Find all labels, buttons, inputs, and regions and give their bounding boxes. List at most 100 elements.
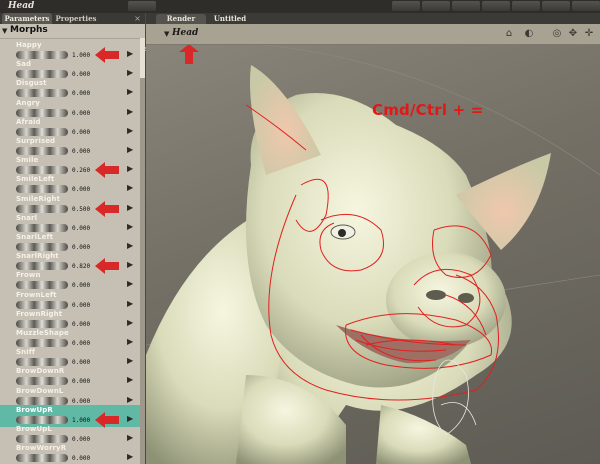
morph-dial[interactable] (16, 377, 68, 386)
top-bar-button-3[interactable] (422, 1, 450, 11)
tab-untitled[interactable]: Untitled (208, 14, 252, 24)
morph-value[interactable]: 0.000 (72, 110, 90, 117)
morph-dial[interactable] (16, 319, 68, 328)
chevron-right-icon[interactable]: ▶ (127, 241, 133, 250)
selected-item-menu[interactable]: Head (172, 28, 198, 38)
morph-row[interactable]: BrowWorryR 0.000 ▶ (0, 443, 140, 464)
morph-value[interactable]: 0.000 (72, 148, 90, 155)
morph-label: BrowDownL (16, 386, 64, 395)
chevron-right-icon[interactable]: ▶ (127, 279, 133, 288)
morph-dial[interactable] (16, 166, 68, 175)
top-bar-button-6[interactable] (512, 1, 540, 11)
chevron-right-icon[interactable]: ▶ (127, 126, 133, 135)
morph-value[interactable]: 0.000 (72, 282, 90, 289)
chevron-right-icon[interactable]: ▶ (127, 318, 133, 327)
chevron-right-icon[interactable]: ▶ (127, 337, 133, 346)
morph-value[interactable]: 0.000 (72, 378, 90, 385)
morph-dial[interactable] (16, 454, 68, 463)
panel-scrollbar-thumb[interactable] (140, 38, 145, 78)
morph-value[interactable]: 0.000 (72, 90, 90, 97)
morph-dial[interactable] (16, 435, 68, 443)
chevron-right-icon[interactable]: ▶ (127, 414, 133, 423)
morph-dial[interactable] (16, 300, 68, 309)
close-icon[interactable]: × (133, 14, 142, 23)
morph-dial[interactable] (16, 51, 68, 59)
chevron-right-icon[interactable]: ▶ (127, 164, 133, 173)
morph-value[interactable]: 0.000 (72, 71, 90, 78)
disclosure-triangle-icon[interactable]: ▼ (2, 27, 7, 35)
morph-value[interactable]: 0.000 (72, 321, 90, 328)
top-bar-button-8[interactable] (572, 1, 600, 11)
camera-icon[interactable]: ⌂ (502, 27, 516, 40)
morph-label: MuzzleShape (16, 329, 69, 337)
morph-dial[interactable] (16, 358, 68, 367)
morph-value[interactable]: 0.000 (72, 436, 90, 443)
morphs-group-header[interactable]: ▼ Morphs (0, 24, 140, 39)
chevron-right-icon[interactable]: ▶ (127, 183, 133, 192)
tab-parameters[interactable]: Parameters (2, 13, 52, 24)
morph-value[interactable]: 0.000 (72, 398, 90, 405)
tab-render[interactable]: Render (156, 14, 206, 24)
target-icon[interactable]: ◎ (550, 27, 564, 40)
morph-value[interactable]: 0.000 (72, 340, 90, 347)
3d-viewport[interactable]: Cmd/Ctrl + = (146, 45, 600, 464)
morph-dial[interactable] (16, 108, 68, 117)
morph-dial[interactable] (16, 339, 68, 347)
chevron-right-icon[interactable]: ▶ (127, 433, 133, 442)
morph-dial[interactable] (16, 223, 68, 232)
morph-label: BrowDownR (16, 367, 65, 376)
lens-icon[interactable]: ◐ (522, 27, 536, 40)
grip-icon (4, 110, 10, 116)
morph-value[interactable]: 0.000 (72, 359, 90, 366)
grip-icon (4, 129, 10, 135)
tab-properties[interactable]: Properties (54, 13, 98, 24)
morph-dial[interactable] (16, 415, 68, 424)
morph-dial[interactable] (16, 185, 68, 194)
morph-value[interactable]: 0.000 (72, 186, 90, 193)
top-bar-button-7[interactable] (542, 1, 570, 11)
morph-dial[interactable] (16, 396, 68, 405)
morph-value[interactable]: 0.000 (72, 455, 90, 462)
top-bar-button-1[interactable] (128, 1, 156, 11)
chevron-right-icon[interactable]: ▶ (127, 375, 133, 384)
morph-value[interactable]: 0.000 (72, 302, 90, 309)
morph-value[interactable]: 0.000 (72, 225, 90, 232)
morph-dial[interactable] (16, 70, 68, 79)
chevron-right-icon[interactable]: ▶ (127, 260, 133, 269)
chevron-right-icon[interactable]: ▶ (127, 395, 133, 404)
selection-dropdown-icon[interactable]: ▼ (164, 30, 169, 38)
morph-dial[interactable] (16, 204, 68, 213)
morph-value[interactable]: 1.000 (72, 417, 90, 424)
morph-dial[interactable] (16, 147, 68, 155)
chevron-right-icon[interactable]: ▶ (127, 203, 133, 212)
chevron-right-icon[interactable]: ▶ (127, 452, 133, 461)
morph-dial[interactable] (16, 127, 68, 136)
morph-value[interactable]: 0.260 (72, 167, 90, 174)
morph-dial[interactable] (16, 281, 68, 290)
morph-value[interactable]: 0.820 (72, 263, 90, 270)
morph-value[interactable]: 1.000 (72, 52, 90, 59)
morph-value[interactable]: 0.500 (72, 206, 90, 213)
chevron-right-icon[interactable]: ▶ (127, 49, 133, 58)
morph-value[interactable]: 0.000 (72, 129, 90, 136)
morph-value[interactable]: 0.000 (72, 244, 90, 251)
move-icon[interactable]: ✥ (566, 27, 580, 40)
grip-icon (4, 359, 10, 365)
chevron-right-icon[interactable]: ▶ (127, 68, 133, 77)
morph-label: Happy (16, 41, 42, 49)
morph-dial[interactable] (16, 243, 68, 251)
chevron-right-icon[interactable]: ▶ (127, 299, 133, 308)
morph-dial[interactable] (16, 262, 68, 271)
chevron-right-icon[interactable]: ▶ (127, 145, 133, 154)
morph-dial[interactable] (16, 89, 68, 98)
chevron-right-icon[interactable]: ▶ (127, 222, 133, 231)
chevron-right-icon[interactable]: ▶ (127, 87, 133, 96)
chevron-right-icon[interactable]: ▶ (127, 107, 133, 116)
panel-scrollbar[interactable] (140, 38, 145, 464)
top-bar-button-5[interactable] (482, 1, 510, 11)
move-xz-icon[interactable]: ✛ (582, 27, 596, 40)
chevron-right-icon[interactable]: ▶ (127, 356, 133, 365)
top-bar-button-4[interactable] (452, 1, 480, 11)
grip-icon (4, 148, 10, 154)
top-bar-button-2[interactable] (392, 1, 420, 11)
